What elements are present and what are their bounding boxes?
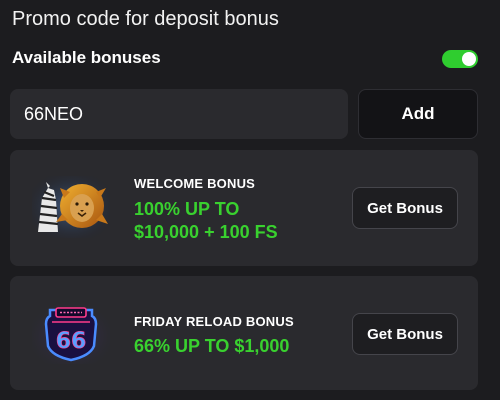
bonus-card-welcome: WELCOME BONUS 100% UP TO $10,000 + 100 F… [10,150,478,266]
route-66-icon: 66 [32,302,110,364]
bonus-offer: 100% UP TO $10,000 + 100 FS [134,199,278,242]
bonus-offer: 66% UP TO $1,000 [134,336,290,356]
available-bonuses-row: Available bonuses [12,48,478,70]
promo-code-input[interactable] [10,89,348,139]
svg-text:66: 66 [56,329,87,354]
promo-panel: Promo code for deposit bonus Available b… [0,0,500,400]
toggle-knob [462,52,476,66]
bonus-name: FRIDAY RELOAD BONUS [134,314,294,329]
bonus-text: WELCOME BONUS 100% UP TO $10,000 + 100 F… [134,176,344,244]
get-bonus-button[interactable]: Get Bonus [352,313,458,355]
get-bonus-button[interactable]: Get Bonus [352,187,458,229]
bonus-name: WELCOME BONUS [134,176,256,191]
available-bonuses-toggle[interactable] [442,50,478,68]
bonus-card-friday-reload: 66 FRIDAY RELOAD BONUS 66% UP TO $1,000 … [10,276,478,390]
available-bonuses-label: Available bonuses [12,48,161,67]
page-title: Promo code for deposit bonus [12,8,279,30]
zebra-lion-icon [32,176,110,238]
bonus-text: FRIDAY RELOAD BONUS 66% UP TO $1,000 [134,314,344,358]
add-button[interactable]: Add [358,89,478,139]
